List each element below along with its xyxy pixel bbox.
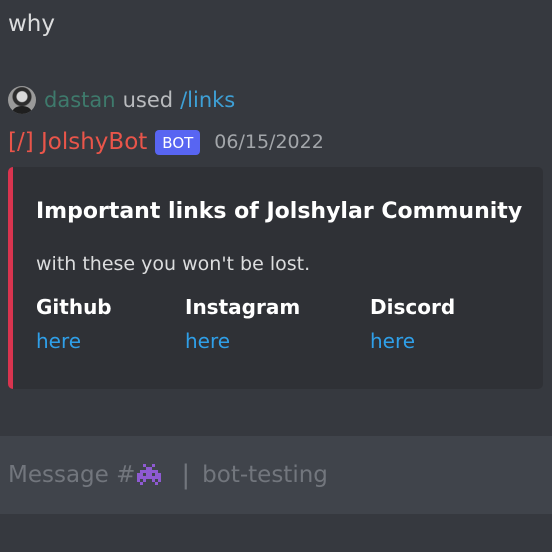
placeholder-separator: |: [181, 460, 191, 490]
embed-title: Important links of Jolshylar Community: [36, 199, 523, 224]
message-embed: Important links of Jolshylar Community w…: [8, 167, 543, 389]
instagram-link[interactable]: here: [185, 329, 300, 353]
embed-field-name: Github: [36, 295, 112, 319]
user-avatar[interactable]: [8, 86, 36, 114]
message-header: [/] JolshyBot BOT 06/15/2022: [8, 126, 324, 158]
embed-accent-bar: [8, 167, 13, 389]
message-input[interactable]: Message # | bot-testing: [0, 436, 552, 514]
embed-field-name: Discord: [370, 295, 456, 319]
github-link[interactable]: here: [36, 329, 112, 353]
reply-command[interactable]: /links: [180, 88, 235, 112]
embed-field-name: Instagram: [185, 295, 301, 319]
placeholder-prefix: Message #: [8, 462, 136, 488]
bot-badge: BOT: [155, 129, 201, 155]
discord-link[interactable]: here: [370, 329, 455, 353]
previous-message-text: why: [8, 11, 55, 37]
message-input-placeholder: Message # | bot-testing: [8, 460, 328, 490]
reply-used-label: used: [122, 88, 174, 112]
embed-field-discord: Discord here: [370, 295, 455, 353]
embed-field-instagram: Instagram here: [185, 295, 300, 353]
invader-icon: [137, 464, 163, 486]
embed-field-github: Github here: [36, 295, 112, 353]
embed-description: with these you won't be lost.: [36, 253, 311, 275]
message-timestamp: 06/15/2022: [214, 131, 324, 153]
channel-name: bot-testing: [202, 462, 328, 488]
reply-username[interactable]: dastan: [44, 88, 116, 112]
command-reply-line: dastan used /links: [8, 86, 235, 114]
author-name[interactable]: [/] JolshyBot: [8, 129, 147, 155]
